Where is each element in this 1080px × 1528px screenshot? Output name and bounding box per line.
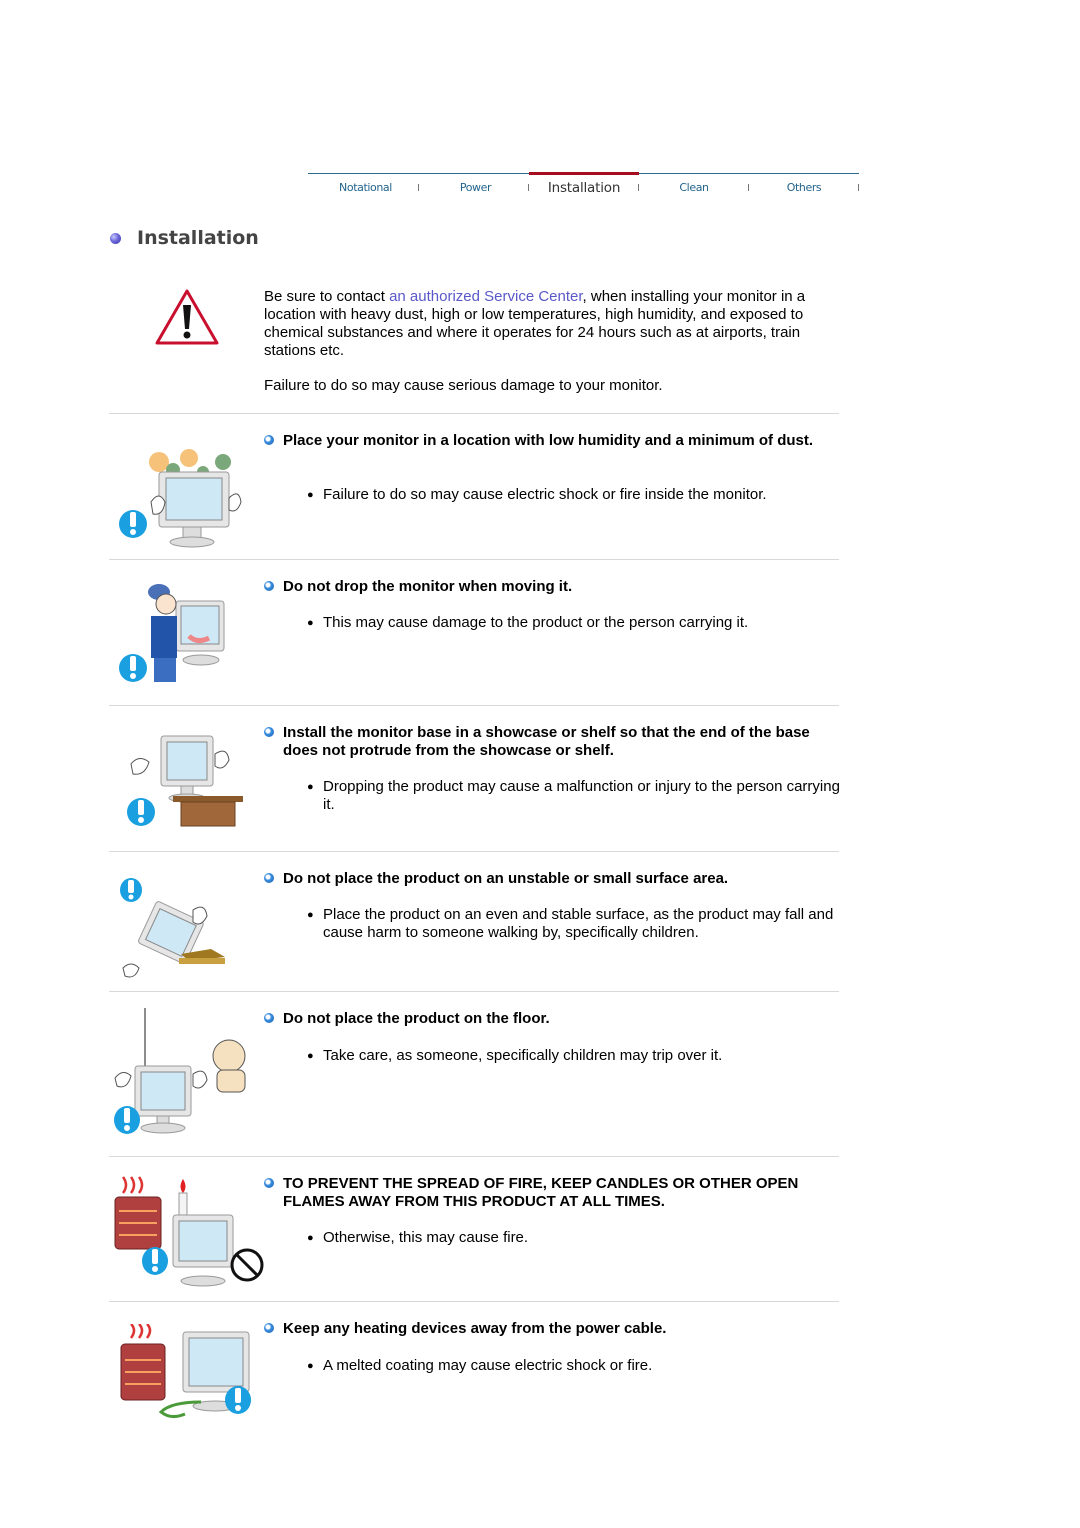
bullet-dot-icon: ● [307, 1232, 314, 1244]
section-bullet-item: ● Dropping the product may cause a malfu… [307, 778, 842, 814]
bullet-dot-icon: ● [307, 617, 314, 629]
tab-installation[interactable]: Installation [529, 172, 639, 201]
monitor-falling-illustration [120, 878, 225, 978]
tab-bar: Notational Power Installation Clean Othe… [308, 172, 860, 202]
section-heading: Do not place the product on an unstable … [264, 870, 839, 888]
section-fire: TO PREVENT THE SPREAD OF FIRE, KEEP CAND… [109, 1157, 839, 1302]
intro-section: Be sure to contact an authorized Service… [109, 280, 839, 414]
tab-others[interactable]: Others [748, 174, 860, 200]
section-heading-text: TO PREVENT THE SPREAD OF FIRE, KEEP CAND… [283, 1175, 799, 1210]
section-bullet-text: Failure to do so may cause electric shoc… [323, 486, 767, 503]
tab-power[interactable]: Power [418, 174, 533, 200]
section-dust: Place your monitor in a location with lo… [109, 414, 839, 560]
section-bullet-text: This may cause damage to the product or … [323, 614, 749, 631]
person-carrying-monitor-illustration [119, 584, 225, 682]
section-shelf: Install the monitor base in a showcase o… [109, 706, 842, 852]
section-heading: Install the monitor base in a showcase o… [264, 724, 839, 760]
section-bullet-item: ● Take care, as someone, specifically ch… [307, 1047, 842, 1065]
section-bullet-text: Place the product on an even and stable … [323, 906, 834, 941]
section-bullet-text: Dropping the product may cause a malfunc… [323, 778, 840, 813]
heater-cable-illustration [120, 1324, 251, 1419]
section-bullet-item: ● Otherwise, this may cause fire. [307, 1229, 842, 1247]
section-bullet-text: A melted coating may cause electric shoc… [323, 1357, 653, 1374]
monitor-dust-illustration [119, 449, 242, 548]
warning-triangle-icon [155, 289, 219, 345]
tab-clean[interactable]: Clean [638, 174, 750, 200]
bullet-dot-icon: ● [307, 1360, 314, 1372]
service-center-link[interactable]: an authorized Service Center [389, 288, 582, 305]
heading-bullet-icon [264, 727, 274, 737]
section-unstable: Do not place the product on an unstable … [109, 852, 839, 992]
heading-bullet-icon [264, 1323, 274, 1333]
page-title-text: Installation [137, 227, 259, 249]
section-heading-text: Do not place the product on the floor. [283, 1010, 550, 1027]
section-heading-text: Place your monitor in a location with lo… [283, 432, 814, 449]
heading-bullet-icon [264, 581, 274, 591]
bullet-dot-icon: ● [307, 909, 314, 921]
section-heading-text: Keep any heating devices away from the p… [283, 1320, 667, 1337]
page-title: Installation [110, 227, 259, 249]
section-bullet-item: ● Place the product on an even and stabl… [307, 906, 842, 942]
heading-bullet-icon [264, 873, 274, 883]
bullet-dot-icon: ● [307, 1050, 314, 1062]
section-bullet-text: Otherwise, this may cause fire. [323, 1229, 529, 1246]
section-heading: Place your monitor in a location with lo… [264, 432, 839, 450]
title-bullet-icon [110, 232, 121, 244]
tab-notational[interactable]: Notational [308, 174, 423, 200]
heading-bullet-icon [264, 1013, 274, 1023]
intro-paragraph: Be sure to contact an authorized Service… [264, 288, 844, 360]
section-bullet-item: ● This may cause damage to the product o… [307, 614, 842, 632]
intro-text-start: Be sure to contact [264, 288, 390, 305]
section-heading: Keep any heating devices away from the p… [264, 1320, 839, 1338]
section-heading-text: Install the monitor base in a showcase o… [283, 724, 810, 759]
monitor-on-shelf-illustration [127, 735, 243, 827]
section-heater: Keep any heating devices away from the p… [109, 1302, 839, 1432]
section-heading: Do not drop the monitor when moving it. [264, 578, 839, 596]
monitor-on-floor-illustration [114, 1008, 246, 1134]
candle-fire-illustration [114, 1176, 264, 1287]
intro-failure-text: Failure to do so may cause serious damag… [264, 377, 663, 394]
bullet-dot-icon: ● [307, 489, 314, 501]
section-heading-text: Do not place the product on an unstable … [283, 870, 729, 887]
heading-bullet-icon [264, 435, 274, 445]
section-bullet-item: ● Failure to do so may cause electric sh… [307, 486, 842, 504]
tab-separator [858, 184, 859, 191]
section-heading-text: Do not drop the monitor when moving it. [283, 578, 573, 595]
bullet-dot-icon: ● [307, 781, 314, 793]
section-drop: Do not drop the monitor when moving it. … [109, 560, 839, 706]
section-bullet-text: Take care, as someone, specifically chil… [323, 1047, 723, 1064]
section-heading: Do not place the product on the floor. [264, 1010, 839, 1028]
heading-bullet-icon [264, 1178, 274, 1188]
section-heading: TO PREVENT THE SPREAD OF FIRE, KEEP CAND… [264, 1175, 839, 1211]
section-floor: Do not place the product on the floor. ●… [109, 992, 839, 1157]
intro-text: Be sure to contact an authorized Service… [264, 288, 844, 412]
section-bullet-item: ● A melted coating may cause electric sh… [307, 1357, 842, 1375]
